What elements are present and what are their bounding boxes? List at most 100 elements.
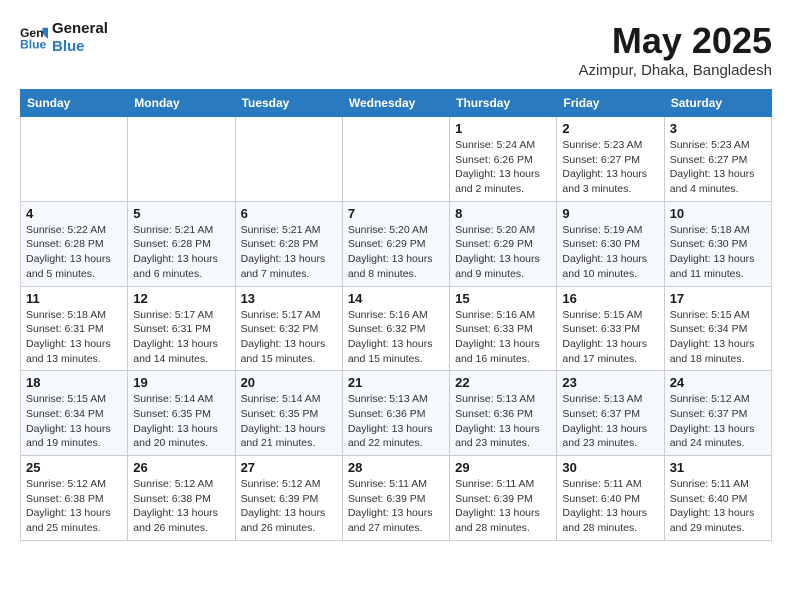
calendar-cell: 12Sunrise: 5:17 AMSunset: 6:31 PMDayligh… [128, 286, 235, 371]
day-info: Sunrise: 5:17 AMSunset: 6:32 PMDaylight:… [241, 308, 337, 367]
location-subtitle: Azimpur, Dhaka, Bangladesh [579, 62, 772, 79]
day-number: 23 [562, 375, 658, 390]
day-number: 17 [670, 291, 766, 306]
weekday-header-sunday: Sunday [21, 90, 128, 117]
day-info: Sunrise: 5:15 AMSunset: 6:33 PMDaylight:… [562, 308, 658, 367]
day-info: Sunrise: 5:11 AMSunset: 6:39 PMDaylight:… [455, 477, 551, 536]
title-block: May 2025 Azimpur, Dhaka, Bangladesh [579, 20, 772, 79]
day-number: 3 [670, 121, 766, 136]
calendar-cell: 5Sunrise: 5:21 AMSunset: 6:28 PMDaylight… [128, 201, 235, 286]
day-number: 22 [455, 375, 551, 390]
day-number: 6 [241, 206, 337, 221]
day-info: Sunrise: 5:12 AMSunset: 6:39 PMDaylight:… [241, 477, 337, 536]
calendar-cell: 15 Sunrise: 5:16 AMSunset: 6:33 PMDayligh… [450, 286, 557, 371]
day-info: Sunrise: 5:12 AMSunset: 6:38 PMDaylight:… [133, 477, 229, 536]
calendar-cell: 26 Sunrise: 5:12 AMSunset: 6:38 PMDayligh… [128, 456, 235, 541]
day-number: 25 [26, 460, 122, 475]
weekday-header-tuesday: Tuesday [235, 90, 342, 117]
day-number: 8 [455, 206, 551, 221]
day-number: 2 [562, 121, 658, 136]
calendar-cell: 24 Sunrise: 5:12 AMSunset: 6:37 PMDayligh… [664, 371, 771, 456]
day-number: 15 [455, 291, 551, 306]
day-info: Sunrise: 5:14 AMSunset: 6:35 PMDaylight:… [133, 392, 229, 451]
logo: General Blue General Blue [20, 20, 108, 56]
calendar-cell: 7Sunrise: 5:20 AMSunset: 6:29 PMDaylight… [342, 201, 449, 286]
day-number: 20 [241, 375, 337, 390]
day-number: 24 [670, 375, 766, 390]
calendar-cell: 23 Sunrise: 5:13 AMSunset: 6:37 PMDayligh… [557, 371, 664, 456]
day-info: Sunrise: 5:20 AMSunset: 6:29 PMDaylight:… [455, 223, 551, 282]
day-info: Sunrise: 5:19 AMSunset: 6:30 PMDaylight:… [562, 223, 658, 282]
calendar-cell: 14 Sunrise: 5:16 AMSunset: 6:32 PMDayligh… [342, 286, 449, 371]
calendar-cell: 11 Sunrise: 5:18 AMSunset: 6:31 PMDayligh… [21, 286, 128, 371]
page-header: General Blue General Blue May 2025 Azimp… [20, 20, 772, 79]
calendar-cell: 2 Sunrise: 5:23 AMSunset: 6:27 PMDaylight… [557, 117, 664, 202]
calendar-cell: 1Sunrise: 5:24 AMSunset: 6:26 PMDaylight… [450, 117, 557, 202]
calendar-cell: 16 Sunrise: 5:15 AMSunset: 6:33 PMDayligh… [557, 286, 664, 371]
logo-general: General [52, 20, 108, 38]
day-info: Sunrise: 5:18 AMSunset: 6:31 PMDaylight:… [26, 308, 122, 367]
calendar-table: SundayMondayTuesdayWednesdayThursdayFrid… [20, 89, 772, 541]
day-info: Sunrise: 5:23 AMSunset: 6:27 PMDaylight:… [670, 138, 766, 197]
day-number: 1 [455, 121, 551, 136]
day-info: Sunrise: 5:23 AMSunset: 6:27 PMDaylight:… [562, 138, 658, 197]
day-info: Sunrise: 5:12 AMSunset: 6:38 PMDaylight:… [26, 477, 122, 536]
day-number: 27 [241, 460, 337, 475]
day-info: Sunrise: 5:11 AMSunset: 6:40 PMDaylight:… [562, 477, 658, 536]
calendar-cell: 8 Sunrise: 5:20 AMSunset: 6:29 PMDaylight… [450, 201, 557, 286]
calendar-cell: 10 Sunrise: 5:18 AMSunset: 6:30 PMDayligh… [664, 201, 771, 286]
weekday-header-friday: Friday [557, 90, 664, 117]
day-number: 30 [562, 460, 658, 475]
day-number: 28 [348, 460, 444, 475]
day-info: Sunrise: 5:21 AMSunset: 6:28 PMDaylight:… [241, 223, 337, 282]
day-info: Sunrise: 5:11 AMSunset: 6:39 PMDaylight:… [348, 477, 444, 536]
day-info: Sunrise: 5:14 AMSunset: 6:35 PMDaylight:… [241, 392, 337, 451]
day-info: Sunrise: 5:12 AMSunset: 6:37 PMDaylight:… [670, 392, 766, 451]
day-number: 16 [562, 291, 658, 306]
day-info: Sunrise: 5:18 AMSunset: 6:30 PMDaylight:… [670, 223, 766, 282]
calendar-cell: 3 Sunrise: 5:23 AMSunset: 6:27 PMDaylight… [664, 117, 771, 202]
calendar-week-row: 11 Sunrise: 5:18 AMSunset: 6:31 PMDayligh… [21, 286, 772, 371]
day-number: 18 [26, 375, 122, 390]
calendar-cell [21, 117, 128, 202]
day-number: 4 [26, 206, 122, 221]
day-number: 10 [670, 206, 766, 221]
calendar-cell [235, 117, 342, 202]
weekday-header-saturday: Saturday [664, 90, 771, 117]
calendar-week-row: 18 Sunrise: 5:15 AMSunset: 6:34 PMDayligh… [21, 371, 772, 456]
day-number: 13 [241, 291, 337, 306]
weekday-header-wednesday: Wednesday [342, 90, 449, 117]
calendar-cell: 19 Sunrise: 5:14 AMSunset: 6:35 PMDayligh… [128, 371, 235, 456]
day-number: 11 [26, 291, 122, 306]
calendar-cell: 30 Sunrise: 5:11 AMSunset: 6:40 PMDayligh… [557, 456, 664, 541]
calendar-cell: 27 Sunrise: 5:12 AMSunset: 6:39 PMDayligh… [235, 456, 342, 541]
calendar-week-row: 1Sunrise: 5:24 AMSunset: 6:26 PMDaylight… [21, 117, 772, 202]
logo-blue: Blue [52, 38, 108, 56]
weekday-header-thursday: Thursday [450, 90, 557, 117]
day-number: 26 [133, 460, 229, 475]
calendar-cell: 13 Sunrise: 5:17 AMSunset: 6:32 PMDayligh… [235, 286, 342, 371]
calendar-cell: 31Sunrise: 5:11 AMSunset: 6:40 PMDayligh… [664, 456, 771, 541]
day-info: Sunrise: 5:15 AMSunset: 6:34 PMDaylight:… [26, 392, 122, 451]
weekday-header-monday: Monday [128, 90, 235, 117]
day-number: 9 [562, 206, 658, 221]
calendar-week-row: 25 Sunrise: 5:12 AMSunset: 6:38 PMDayligh… [21, 456, 772, 541]
day-number: 29 [455, 460, 551, 475]
day-info: Sunrise: 5:20 AMSunset: 6:29 PMDaylight:… [348, 223, 444, 282]
calendar-cell [342, 117, 449, 202]
calendar-cell: 9 Sunrise: 5:19 AMSunset: 6:30 PMDaylight… [557, 201, 664, 286]
day-number: 12 [133, 291, 229, 306]
day-number: 14 [348, 291, 444, 306]
day-info: Sunrise: 5:16 AMSunset: 6:32 PMDaylight:… [348, 308, 444, 367]
calendar-cell: 22Sunrise: 5:13 AMSunset: 6:36 PMDayligh… [450, 371, 557, 456]
day-info: Sunrise: 5:13 AMSunset: 6:37 PMDaylight:… [562, 392, 658, 451]
calendar-body: 1Sunrise: 5:24 AMSunset: 6:26 PMDaylight… [21, 117, 772, 541]
day-number: 19 [133, 375, 229, 390]
day-number: 5 [133, 206, 229, 221]
day-info: Sunrise: 5:11 AMSunset: 6:40 PMDaylight:… [670, 477, 766, 536]
calendar-cell: 29 Sunrise: 5:11 AMSunset: 6:39 PMDayligh… [450, 456, 557, 541]
day-number: 21 [348, 375, 444, 390]
logo-icon: General Blue [20, 24, 48, 52]
day-info: Sunrise: 5:16 AMSunset: 6:33 PMDaylight:… [455, 308, 551, 367]
calendar-cell: 18 Sunrise: 5:15 AMSunset: 6:34 PMDayligh… [21, 371, 128, 456]
